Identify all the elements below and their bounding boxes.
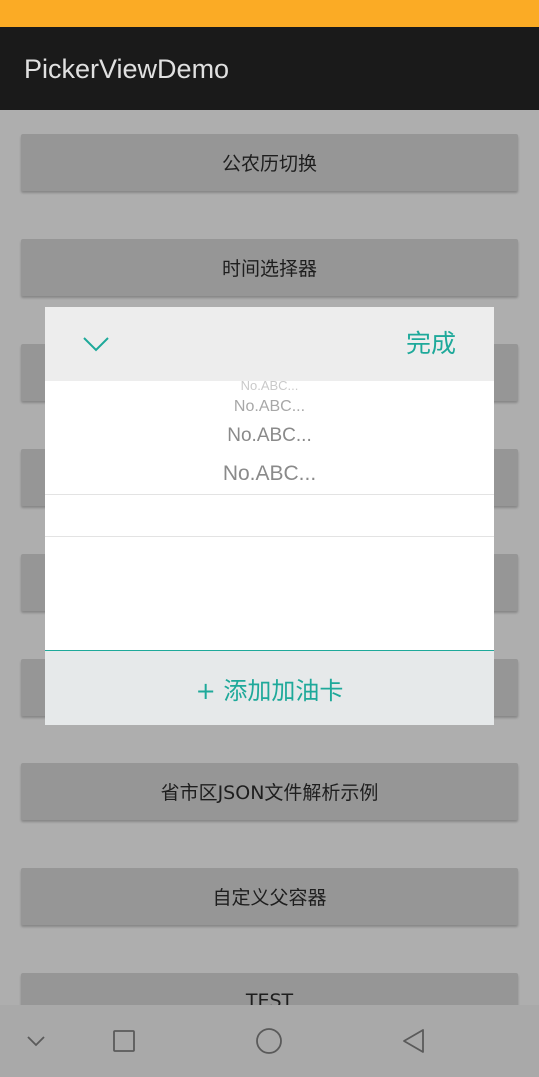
custom-container-button[interactable]: 自定义父容器 (21, 868, 518, 925)
picker-option[interactable]: No.ABC... (45, 380, 494, 392)
picker-option[interactable]: No.ABC... (45, 460, 494, 488)
triangle-back-icon (403, 1029, 424, 1053)
nav-recent-apps-button[interactable] (104, 1005, 144, 1077)
lunar-solar-toggle-button[interactable]: 公农历切换 (21, 134, 518, 191)
nav-back-button[interactable] (394, 1005, 434, 1077)
time-picker-button[interactable]: 时间选择器 (21, 239, 518, 296)
nav-hide-button[interactable] (16, 1005, 56, 1077)
app-title: PickerViewDemo (24, 54, 230, 84)
nav-home-button[interactable] (249, 1005, 289, 1077)
chevron-down-icon (27, 1036, 45, 1047)
square-icon (113, 1030, 135, 1052)
done-button[interactable]: 完成 (406, 325, 456, 363)
app-bar: PickerViewDemo (0, 27, 539, 110)
picker-option[interactable]: No.ABC... (45, 423, 494, 449)
picker-option[interactable]: No.ABC... (45, 397, 494, 417)
add-fuel-card-button[interactable]: + 添加加油卡 (45, 650, 494, 725)
chevron-down-icon (83, 337, 109, 352)
test-button[interactable]: TEST (21, 973, 518, 1005)
circle-icon (256, 1028, 282, 1054)
collapse-button[interactable] (81, 331, 111, 357)
picker-selection-line-bottom (45, 536, 494, 537)
json-parse-example-button[interactable]: 省市区JSON文件解析示例 (21, 763, 518, 820)
picker-header: 完成 (45, 307, 494, 381)
fuel-card-picker-dialog: 完成 No.ABC... No.ABC... No.ABC... No.ABC.… (45, 307, 494, 725)
navigation-bar (0, 1005, 539, 1077)
picker-selection-line-top (45, 494, 494, 495)
status-bar (0, 0, 539, 27)
